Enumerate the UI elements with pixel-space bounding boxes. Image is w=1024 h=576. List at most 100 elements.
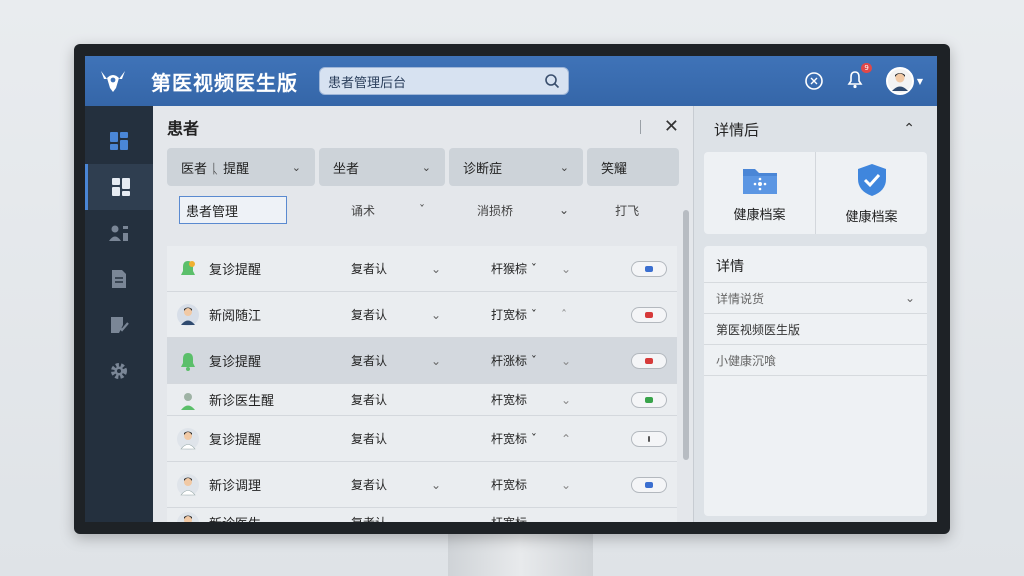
close-icon[interactable]: ✕ xyxy=(664,116,679,137)
chevron-down-icon: ⌄ xyxy=(291,160,301,174)
grid-icon xyxy=(111,178,130,196)
status-toggle[interactable] xyxy=(631,306,667,323)
status-dot xyxy=(645,396,653,403)
app-title: 第医视频医生版 xyxy=(151,70,298,95)
filter-label: 坐者 xyxy=(333,161,360,177)
chevron-down-icon[interactable]: ⌄ xyxy=(561,354,621,368)
row-cell: 复者认 xyxy=(351,393,388,407)
monitor-stand xyxy=(448,532,593,576)
edit-check-icon xyxy=(111,317,129,333)
chevron-up-icon[interactable]: ˆ xyxy=(561,308,621,322)
chevron-down-icon[interactable]: ⌄ xyxy=(431,308,491,322)
user-menu[interactable]: ▼ xyxy=(885,67,923,95)
sub-filter-label: 打飞 xyxy=(615,203,640,218)
sidebar-item-settings[interactable] xyxy=(85,348,153,394)
search-input[interactable] xyxy=(328,73,544,89)
chevron-down-icon[interactable]: ⌄ xyxy=(561,393,621,407)
health-record-card[interactable]: 健康档案 xyxy=(815,152,927,234)
row-cell: 杆宽标 xyxy=(491,514,561,522)
row-name: 复诊提醒 xyxy=(209,263,262,278)
row-name: 新阅随江 xyxy=(209,309,262,324)
row-cell: 复者认 xyxy=(351,478,388,492)
status-toggle[interactable] xyxy=(631,391,667,408)
status-toggle[interactable] xyxy=(631,430,667,447)
dashboard-icon xyxy=(110,132,128,150)
details-section: 详情 详情说货 ⌄ 第医视频医生版 小健康沉喰 xyxy=(704,246,927,516)
table-row[interactable]: 新阅随江 复者认 ⌄ 打宽标 ˇ ˆ xyxy=(167,292,677,338)
row-cell: 打宽标 ˇ xyxy=(491,308,537,322)
bell-icon xyxy=(175,256,201,282)
chevron-down-icon[interactable]: ⌄ xyxy=(431,354,491,368)
status-dot xyxy=(645,481,653,488)
table-row[interactable]: 新诊医生 复者认 杆宽标 xyxy=(167,508,677,522)
search-icon[interactable] xyxy=(544,73,560,89)
filter-dropdown-reminder[interactable]: 医者 ᚳ 提醒 ⌄ xyxy=(167,148,315,186)
chevron-up-icon[interactable]: ⌃ xyxy=(903,121,915,137)
row-cell: 杆宽标 ˇ xyxy=(491,432,537,446)
chevron-down-icon[interactable]: ⌄ xyxy=(431,478,491,492)
filter-bar: 医者 ᚳ 提醒 ⌄ 坐者 ⌄ 诊断症 ⌄ 笑耀 xyxy=(153,148,693,186)
status-toggle[interactable] xyxy=(631,260,667,277)
notification-badge: 9 xyxy=(861,63,872,73)
chevron-down-icon[interactable]: ⌄ xyxy=(561,262,621,276)
sidebar-item-users[interactable] xyxy=(85,210,153,256)
gear-icon xyxy=(111,363,127,379)
status-toggle[interactable] xyxy=(631,352,667,369)
status-dot xyxy=(648,435,650,442)
notifications-button[interactable]: 9 xyxy=(846,63,872,93)
filter-dropdown-diagnosis[interactable]: 诊断症 ⌄ xyxy=(449,148,583,186)
details-title: 详情 xyxy=(704,246,927,283)
chevron-down-icon[interactable]: ⌄ xyxy=(559,203,569,217)
doctor-avatar xyxy=(175,510,201,522)
app-logo-icon[interactable] xyxy=(85,56,141,106)
row-name: 复诊提醒 xyxy=(209,355,262,370)
status-dot xyxy=(645,357,653,364)
row-cell: 杆猴棕 ˇ xyxy=(491,262,537,276)
bell-icon xyxy=(847,71,863,89)
divider xyxy=(640,120,641,134)
doctor-avatar xyxy=(175,302,201,328)
table-row[interactable]: 新诊调理 复者认 ⌄ 杆宽标 ⌄ xyxy=(167,462,677,508)
doctor-avatar xyxy=(175,387,201,413)
table-row[interactable]: 复诊提醒 复者认 杆宽标 ˇ ⌃ xyxy=(167,416,677,462)
detail-label: 小健康沉喰 xyxy=(716,353,777,368)
scrollbar[interactable] xyxy=(683,210,689,460)
sidebar-item-review[interactable] xyxy=(85,302,153,348)
filter-label: 诊断症 xyxy=(463,161,503,177)
sidebar-item-dashboard[interactable] xyxy=(85,118,153,164)
detail-item[interactable]: 详情说货 ⌄ xyxy=(704,283,927,314)
row-name: 新诊医生醒 xyxy=(209,394,275,409)
chevron-down-icon[interactable]: ˇ xyxy=(419,203,425,217)
filter-dropdown-patient[interactable]: 坐者 ⌄ xyxy=(319,148,445,186)
sidebar-item-patients[interactable] xyxy=(85,164,153,210)
chevron-down-icon[interactable]: ⌄ xyxy=(431,262,491,276)
row-name: 新诊医生 xyxy=(209,513,339,522)
chevron-down-icon: ⌄ xyxy=(421,160,431,174)
patient-filter-input[interactable] xyxy=(179,196,287,224)
doctor-avatar xyxy=(175,472,201,498)
table-row[interactable]: 新诊医生醒 复者认 杆宽标 ⌄ xyxy=(167,384,677,416)
row-cell: 复者认 xyxy=(351,432,388,446)
chevron-down-icon[interactable]: ⌄ xyxy=(561,478,621,492)
search-box[interactable] xyxy=(319,67,569,95)
row-name: 新诊调理 xyxy=(209,479,262,494)
row-name: 复诊提醒 xyxy=(209,433,262,448)
chevron-down-icon[interactable]: ⌄ xyxy=(905,291,915,305)
row-cell: 复者认 xyxy=(351,308,388,322)
users-icon xyxy=(109,225,128,241)
detail-item[interactable]: 小健康沉喰 xyxy=(704,345,927,376)
status-dot xyxy=(645,311,653,318)
health-record-card[interactable]: 健康档案 xyxy=(704,152,815,234)
filter-dropdown-status[interactable]: 笑耀 xyxy=(587,148,679,186)
status-toggle[interactable] xyxy=(631,476,667,493)
table-row[interactable]: 复诊提醒 复者认 ⌄ 杆猴棕 ˇ ⌄ xyxy=(167,246,677,292)
user-avatar xyxy=(885,67,914,95)
expand-icon[interactable]: ⌃ xyxy=(561,432,621,446)
sidebar-item-records[interactable] xyxy=(85,256,153,302)
card-label: 健康档案 xyxy=(845,209,898,225)
help-icon[interactable] xyxy=(804,71,824,91)
detail-item[interactable]: 第医视频医生版 xyxy=(704,314,927,345)
folder-icon xyxy=(742,168,777,194)
chevron-down-icon: ⌄ xyxy=(559,160,569,174)
table-row[interactable]: 复诊提醒 复者认 ⌄ 杆涨标 ˇ ⌄ xyxy=(167,338,677,384)
